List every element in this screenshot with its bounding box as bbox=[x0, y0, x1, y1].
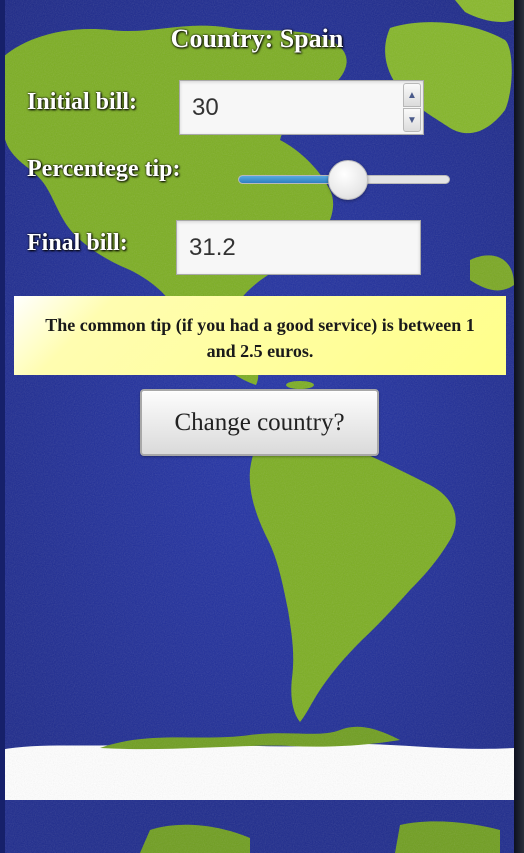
left-edge bbox=[0, 0, 5, 853]
tip-percentage-label: Percentege tip: bbox=[27, 156, 181, 182]
initial-bill-value: 30 bbox=[192, 93, 219, 121]
final-bill-output: 31.2 bbox=[176, 220, 421, 275]
triangle-up-icon[interactable]: ▲ bbox=[403, 83, 421, 107]
initial-bill-input[interactable]: 30 ▲ ▼ bbox=[179, 80, 424, 135]
tip-percentage-slider[interactable] bbox=[238, 160, 450, 200]
tip-info-box: The common tip (if you had a good servic… bbox=[14, 296, 506, 375]
initial-bill-label: Initial bill: bbox=[27, 89, 138, 115]
change-country-button[interactable]: Change country? bbox=[140, 389, 379, 456]
slider-thumb[interactable] bbox=[328, 160, 369, 200]
final-bill-label: Final bill: bbox=[27, 230, 128, 256]
final-bill-value: 31.2 bbox=[189, 233, 236, 261]
tip-calculator-app: Country: Spain Initial bill: 30 ▲ ▼ Perc… bbox=[0, 0, 524, 853]
page-title: Country: Spain bbox=[170, 24, 344, 53]
triangle-down-icon[interactable]: ▼ bbox=[403, 108, 421, 132]
tip-info-text: The common tip (if you had a good servic… bbox=[45, 315, 475, 361]
scrollbar-edge bbox=[514, 0, 524, 853]
